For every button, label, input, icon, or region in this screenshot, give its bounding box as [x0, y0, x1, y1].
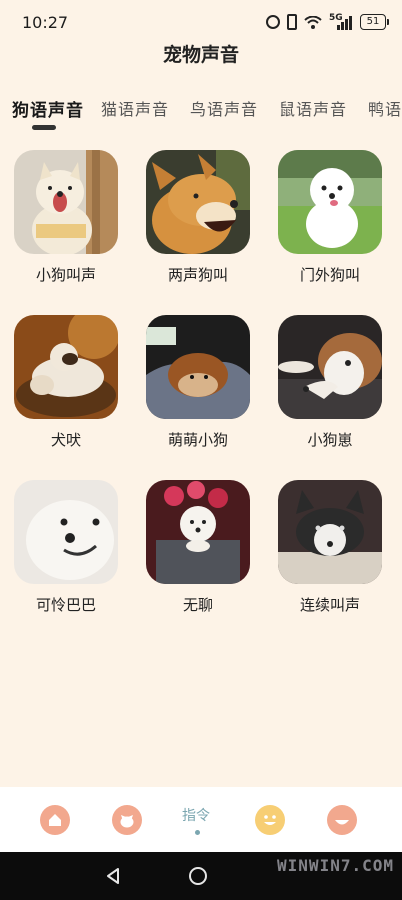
sound-label: 可怜巴巴: [35, 596, 96, 614]
dog-photo: [278, 150, 382, 254]
dog-photo: [146, 480, 250, 584]
sound-card[interactable]: 可怜巴巴: [14, 480, 118, 614]
happy-face-icon: [335, 820, 349, 825]
sound-label: 连续叫声: [299, 596, 360, 614]
sound-card[interactable]: 萌萌小狗: [146, 315, 250, 449]
dog-photo: [14, 315, 118, 419]
sound-label: 门外狗叫: [299, 266, 360, 284]
nav-commands[interactable]: 指令: [182, 805, 210, 825]
smile-face-icon: [264, 815, 276, 825]
tab-dog[interactable]: 狗语声音: [12, 96, 84, 121]
tab-bird[interactable]: 鸟语声音: [190, 96, 258, 120]
nav-home[interactable]: [40, 805, 70, 835]
wifi-icon: [304, 15, 322, 29]
sound-label: 无聊: [182, 596, 213, 614]
dog-photo: [278, 315, 382, 419]
active-nav-dot: [195, 830, 200, 835]
nav-cat[interactable]: [112, 805, 142, 835]
home-icon: [49, 814, 61, 826]
category-tabs: 狗语声音 猫语声音 鸟语声音 鼠语声音 鸭语: [0, 96, 402, 136]
sound-label: 两声狗叫: [167, 266, 228, 284]
sound-card[interactable]: 犬吠: [14, 315, 118, 449]
sound-label: 小狗叫声: [35, 266, 96, 284]
sound-card[interactable]: 连续叫声: [278, 480, 382, 614]
sound-card[interactable]: 门外狗叫: [278, 150, 382, 284]
sound-card[interactable]: 小狗叫声: [14, 150, 118, 284]
tab-mouse[interactable]: 鼠语声音: [279, 96, 347, 120]
sound-card[interactable]: 小狗崽: [278, 315, 382, 449]
dog-photo: [146, 315, 250, 419]
cat-face-icon: [120, 815, 134, 828]
alarm-icon: [266, 15, 280, 29]
dog-photo: [14, 480, 118, 584]
watermark: WINWIN7.COM: [277, 856, 394, 875]
dog-photo: [146, 150, 250, 254]
status-icons: 5G 51: [266, 12, 389, 32]
status-bar: 10:27 5G 51: [0, 0, 402, 44]
home-circle-icon[interactable]: [188, 866, 208, 886]
back-icon[interactable]: [103, 866, 123, 886]
active-tab-indicator: [32, 125, 56, 130]
vibrate-icon: [287, 14, 297, 30]
battery-indicator: 51: [360, 14, 389, 30]
bottom-nav: 指令: [0, 787, 402, 852]
nav-smile[interactable]: [255, 805, 285, 835]
tab-cat[interactable]: 猫语声音: [101, 96, 169, 120]
cellular-signal-icon: 5G: [329, 14, 353, 30]
status-time: 10:27: [22, 13, 69, 32]
sound-card[interactable]: 两声狗叫: [146, 150, 250, 284]
tab-duck[interactable]: 鸭语: [368, 96, 402, 120]
sound-card[interactable]: 无聊: [146, 480, 250, 614]
dog-photo: [14, 150, 118, 254]
dog-photo: [278, 480, 382, 584]
sound-label: 犬吠: [50, 431, 81, 449]
sound-label: 萌萌小狗: [167, 431, 228, 449]
page-title: 宠物声音: [162, 44, 239, 66]
sound-label: 小狗崽: [307, 431, 353, 449]
nav-happy[interactable]: [327, 805, 357, 835]
